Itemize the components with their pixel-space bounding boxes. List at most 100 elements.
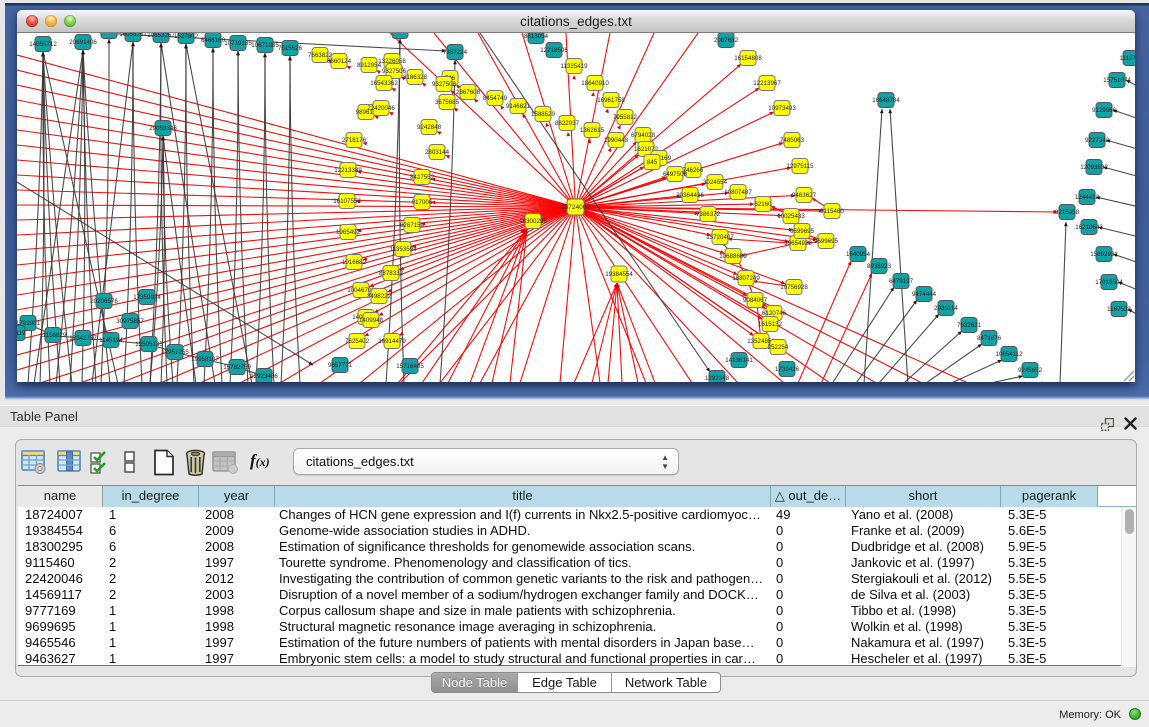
- svg-text:16914479: 16914479: [378, 338, 406, 345]
- svg-text:1292348: 1292348: [705, 375, 730, 382]
- svg-text:1588520: 1588520: [531, 111, 556, 118]
- svg-text:252254: 252254: [768, 344, 789, 351]
- svg-text:1733426: 1733426: [775, 366, 800, 373]
- svg-text:10973493: 10973493: [768, 105, 796, 112]
- svg-text:8660124: 8660124: [327, 58, 352, 65]
- svg-text:1244413: 1244413: [1075, 194, 1100, 201]
- svg-text:11353594: 11353594: [389, 246, 417, 253]
- svg-text:15716485: 15716485: [396, 363, 424, 370]
- svg-text:10807487: 10807487: [724, 189, 752, 196]
- svg-text:8822037: 8822037: [555, 120, 580, 127]
- svg-text:0699695: 0699695: [790, 228, 815, 235]
- svg-text:3675685: 3675685: [435, 99, 460, 106]
- svg-text:9227342: 9227342: [1085, 137, 1110, 144]
- svg-text:8813054: 8813054: [524, 33, 549, 40]
- svg-text:15692931: 15692931: [1090, 251, 1118, 258]
- svg-text:7955812: 7955812: [613, 114, 638, 121]
- svg-text:12213967: 12213967: [753, 80, 781, 87]
- svg-text:18807249: 18807249: [732, 275, 760, 282]
- svg-text:10958107: 10958107: [191, 356, 219, 363]
- svg-text:16210643: 16210643: [1075, 224, 1103, 231]
- svg-text:1112753: 1112753: [1119, 55, 1135, 62]
- svg-text:20364436: 20364436: [676, 192, 704, 199]
- svg-text:12218506: 12218506: [540, 47, 568, 54]
- svg-text:16033809: 16033809: [386, 33, 414, 35]
- svg-text:16107553: 16107553: [333, 198, 361, 205]
- svg-text:8267150: 8267150: [400, 222, 425, 229]
- svg-text:16055267: 16055267: [119, 33, 147, 38]
- svg-text:1990448: 1990448: [604, 137, 629, 144]
- svg-text:19654923: 19654923: [784, 240, 812, 247]
- svg-text:7485063: 7485063: [780, 137, 805, 144]
- svg-text:8427552: 8427552: [410, 174, 435, 181]
- svg-text:2867608: 2867608: [456, 89, 481, 96]
- svg-text:10025433: 10025433: [777, 213, 805, 220]
- svg-text:6466160: 6466160: [201, 37, 226, 44]
- svg-text:39119: 39119: [17, 330, 26, 337]
- svg-text:10756928: 10756928: [780, 284, 808, 291]
- svg-text:14055712: 14055712: [29, 41, 57, 48]
- svg-text:16648784: 16648784: [872, 97, 900, 104]
- svg-text:9699695: 9699695: [814, 238, 839, 245]
- svg-text:16154808: 16154808: [734, 55, 762, 62]
- svg-text:20691406: 20691406: [69, 39, 97, 46]
- svg-text:18724007: 18724007: [561, 204, 591, 211]
- svg-text:9242848: 9242848: [417, 124, 442, 131]
- svg-text:8215958: 8215958: [1055, 209, 1080, 216]
- svg-text:917006: 917006: [412, 199, 433, 206]
- svg-text:22420046: 22420046: [367, 105, 395, 112]
- svg-text:10654112: 10654112: [995, 351, 1023, 358]
- svg-text:10688609: 10688609: [719, 253, 747, 260]
- svg-text:15751074: 15751074: [1103, 77, 1131, 84]
- svg-text:11156829: 11156829: [40, 332, 67, 339]
- svg-text:8938923: 8938923: [867, 263, 892, 270]
- svg-text:17957255: 17957255: [161, 349, 189, 356]
- svg-text:16782759: 16782759: [223, 364, 251, 371]
- svg-text:845: 845: [647, 159, 658, 166]
- svg-text:12093832: 12093832: [1080, 164, 1108, 171]
- svg-text:6497508: 6497508: [663, 171, 688, 178]
- svg-text:30975857: 30975857: [116, 318, 144, 325]
- svg-text:15720407: 15720407: [706, 234, 734, 241]
- svg-text:1881974: 1881974: [97, 33, 122, 35]
- svg-text:12342737: 12342737: [69, 335, 97, 342]
- svg-text:7632621: 7632621: [957, 322, 982, 329]
- svg-text:6479197: 6479197: [889, 278, 914, 285]
- svg-text:9327508: 9327508: [432, 81, 457, 88]
- svg-text:12923486: 12923486: [250, 373, 278, 380]
- svg-text:6120746: 6120746: [762, 310, 787, 317]
- svg-text:2803144: 2803144: [425, 149, 450, 156]
- svg-text:7515526: 7515526: [278, 45, 303, 52]
- svg-text:3498222: 3498222: [367, 293, 392, 300]
- svg-text:10653267: 10653267: [147, 33, 175, 39]
- svg-text:2935114: 2935114: [934, 305, 958, 312]
- svg-text:17016504: 17016504: [1095, 279, 1123, 286]
- svg-text:1145194: 1145194: [99, 337, 123, 344]
- svg-text:12213389: 12213389: [334, 167, 362, 174]
- svg-text:9474444: 9474444: [912, 291, 937, 298]
- svg-text:9146821: 9146821: [506, 103, 531, 110]
- svg-text:2087682: 2087682: [714, 37, 739, 44]
- svg-text:1362615: 1362615: [580, 127, 605, 134]
- svg-text:7386372: 7386372: [696, 211, 721, 218]
- svg-text:1527602: 1527602: [174, 33, 199, 40]
- svg-text:62160: 62160: [754, 201, 772, 208]
- svg-text:9463627: 9463627: [792, 192, 817, 199]
- svg-text:6794028: 6794028: [631, 132, 656, 139]
- svg-text:1965492: 1965492: [336, 229, 361, 236]
- svg-text:8471676: 8471676: [977, 335, 1002, 342]
- svg-text:17359924: 17359924: [133, 294, 161, 301]
- svg-text:11325419: 11325419: [560, 63, 588, 70]
- svg-text:1640954: 1640954: [846, 251, 871, 258]
- svg-text:2718176: 2718176: [342, 137, 367, 144]
- svg-text:1615132: 1615132: [758, 321, 783, 328]
- svg-text:7357224: 7357224: [443, 49, 468, 56]
- svg-text:10671385: 10671385: [251, 42, 279, 49]
- svg-text:16543362: 16543362: [370, 80, 398, 87]
- svg-text:3024554: 3024554: [703, 179, 728, 186]
- svg-text:9129966: 9129966: [1092, 107, 1117, 114]
- svg-text:7625402: 7625402: [345, 338, 370, 345]
- svg-text:10719185: 10719185: [224, 40, 252, 47]
- svg-text:9657771: 9657771: [328, 362, 353, 369]
- svg-text:14136141: 14136141: [725, 357, 753, 364]
